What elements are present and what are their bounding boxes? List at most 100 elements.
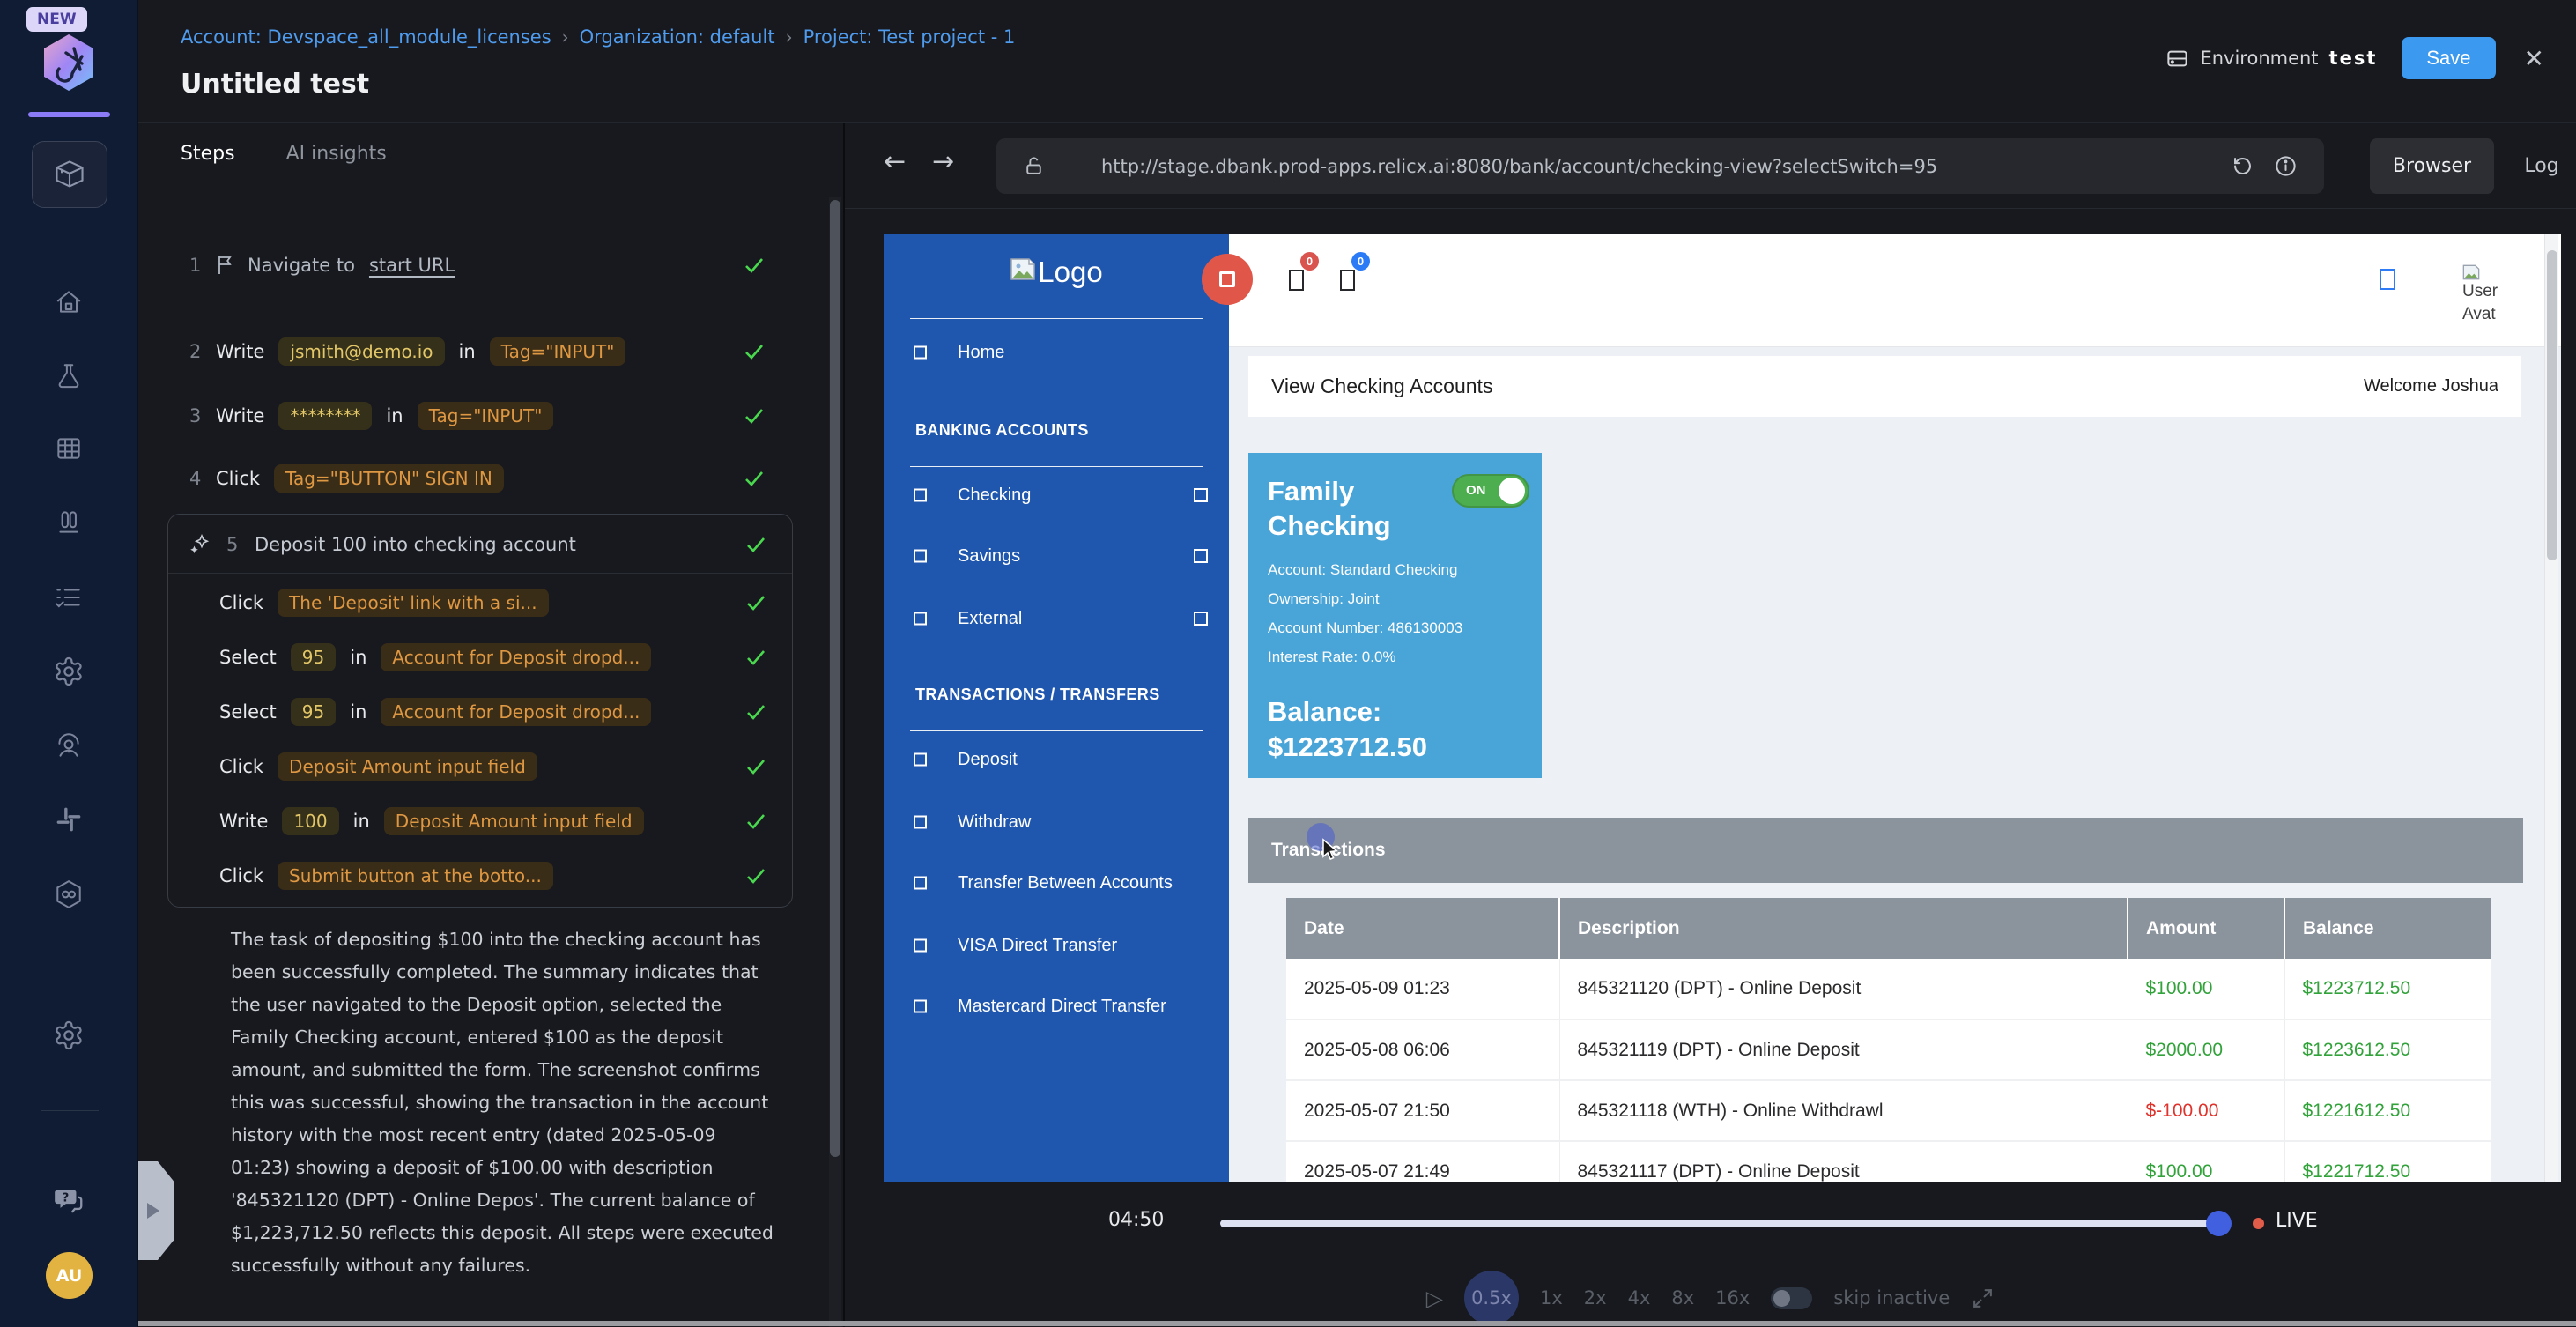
tab-ai-insights[interactable]: AI insights [286, 143, 387, 165]
step-target-chip[interactable]: Tag="INPUT" [418, 402, 554, 430]
panel-collapse-handle[interactable] [138, 1161, 174, 1260]
header-blue-icon[interactable] [2380, 269, 2395, 290]
speed-2x-button[interactable]: 2x [1584, 1287, 1607, 1308]
slack-icon[interactable] [53, 804, 85, 835]
family-checking-card[interactable]: Family Checking ON Account: Standard Che… [1248, 453, 1542, 778]
tab-log[interactable]: Log [2515, 138, 2568, 194]
grid-icon[interactable] [53, 434, 85, 463]
step-value-chip[interactable]: 100 [282, 807, 338, 835]
relicx-logo-icon[interactable] [41, 33, 96, 92]
table-row[interactable]: 2025-05-07 21:50 845321118 (WTH) - Onlin… [1286, 1080, 2491, 1141]
substep-row[interactable]: Select 95 in Account for Deposit dropd..… [219, 694, 792, 730]
breadcrumb-account[interactable]: Account: Devspace_all_module_licenses [181, 26, 551, 48]
column-header-amount[interactable]: Amount [2128, 898, 2284, 959]
horizontal-scrollbar[interactable] [138, 1321, 2576, 1326]
bank-nav-visa-direct-transfer[interactable]: VISA Direct Transfer [884, 926, 1229, 965]
bank-nav-withdraw[interactable]: Withdraw [884, 803, 1229, 841]
flask-icon[interactable] [53, 360, 85, 392]
user-avatar-broken[interactable]: User Avat [2462, 264, 2533, 326]
bank-nav-home[interactable]: Home [884, 333, 1229, 372]
bank-scrollbar-track[interactable] [2544, 234, 2558, 1182]
step-row-4[interactable]: 4 Click Tag="BUTTON" SIGN IN [189, 458, 843, 499]
bank-nav-mastercard-direct-transfer[interactable]: Mastercard Direct Transfer [884, 987, 1229, 1026]
step-value-chip[interactable]: 95 [291, 643, 336, 671]
help-chat-icon[interactable]: ? [52, 1185, 85, 1217]
step-target-chip[interactable]: Deposit Amount input field [384, 807, 644, 835]
home-icon[interactable] [53, 287, 85, 317]
back-arrow-icon[interactable]: ← [884, 146, 906, 177]
bank-nav-external[interactable]: External [884, 599, 1229, 638]
forward-arrow-icon[interactable]: → [932, 146, 954, 177]
step-target-chip[interactable]: Account for Deposit dropd... [381, 643, 651, 671]
table-row[interactable]: 2025-05-07 21:49 845321117 (DPT) - Onlin… [1286, 1141, 2491, 1182]
step-value-chip[interactable]: jsmith@demo.io [278, 337, 444, 366]
substep-row[interactable]: Click Submit button at the botto... [219, 858, 792, 893]
column-header-date[interactable]: Date [1286, 898, 1559, 959]
substep-row[interactable]: Write 100 in Deposit Amount input field [219, 804, 792, 839]
step-target-chip[interactable]: The 'Deposit' link with a si... [278, 589, 549, 617]
bank-nav-deposit[interactable]: Deposit [884, 740, 1229, 779]
step-row-2[interactable]: 2 Write jsmith@demo.io in Tag="INPUT" [189, 331, 843, 372]
speed-0.5x-button[interactable]: 0.5x [1464, 1271, 1519, 1325]
sidebar-item-tests-active[interactable] [32, 141, 107, 208]
steps-scrollbar-thumb[interactable] [830, 200, 840, 1157]
breadcrumb-organization[interactable]: Organization: default [580, 26, 775, 48]
bank-logo[interactable]: Logo [884, 256, 1229, 289]
bank-nav-savings[interactable]: Savings [884, 537, 1229, 575]
step-value-chip[interactable]: ******** [278, 402, 372, 430]
close-icon[interactable]: ✕ [2524, 44, 2544, 73]
gear-icon[interactable] [53, 656, 85, 687]
environment-selector[interactable]: Environment test [2165, 47, 2377, 70]
speed-1x-button[interactable]: 1x [1540, 1287, 1563, 1308]
speed-16x-button[interactable]: 16x [1715, 1287, 1750, 1308]
group-header[interactable]: 5 Deposit 100 into checking account [188, 525, 792, 564]
step-group-5[interactable]: 5 Deposit 100 into checking account Clic… [167, 514, 793, 908]
step-target-chip[interactable]: Tag="BUTTON" SIGN IN [274, 464, 504, 493]
step-target-chip[interactable]: Submit button at the botto... [278, 862, 553, 890]
table-row[interactable]: 2025-05-09 01:23 845321120 (DPT) - Onlin… [1286, 959, 2491, 1019]
tab-browser[interactable]: Browser [2370, 138, 2494, 194]
playback-progress-bar[interactable] [1220, 1220, 2218, 1227]
start-url-link[interactable]: start URL [369, 255, 455, 276]
step-row-3[interactable]: 3 Write ******** in Tag="INPUT" [189, 396, 843, 436]
substep-row[interactable]: Click Deposit Amount input field [219, 749, 792, 784]
step-target-chip[interactable]: Deposit Amount input field [278, 752, 537, 781]
support-agent-icon[interactable] [53, 730, 85, 761]
refresh-icon[interactable] [2231, 154, 2254, 178]
recording-stop-indicator[interactable] [1202, 254, 1253, 305]
url-bar[interactable]: http://stage.dbank.prod-apps.relicx.ai:8… [996, 138, 2324, 194]
save-button[interactable]: Save [2402, 37, 2495, 79]
transactions-header-bar[interactable]: Transactions [1248, 818, 2523, 883]
step-row-1[interactable]: 1 Navigate to start URL [189, 245, 843, 285]
columns-icon[interactable] [53, 507, 85, 538]
substep-row[interactable]: Select 95 in Account for Deposit dropd..… [219, 640, 792, 675]
table-row[interactable]: 2025-05-08 06:06 845321119 (DPT) - Onlin… [1286, 1019, 2491, 1080]
step-target-chip[interactable]: Account for Deposit dropd... [381, 698, 651, 726]
skip-inactive-toggle[interactable] [1771, 1287, 1812, 1309]
step-target-chip[interactable]: Tag="INPUT" [490, 337, 626, 366]
substep-row[interactable]: Click The 'Deposit' link with a si... [219, 585, 792, 620]
checklist-icon[interactable] [53, 582, 85, 612]
step-value-chip[interactable]: 95 [291, 698, 336, 726]
info-icon[interactable] [2274, 154, 2298, 178]
fullscreen-expand-icon[interactable] [1971, 1286, 1995, 1310]
tab-steps[interactable]: Steps [181, 143, 235, 165]
column-header-description[interactable]: Description [1559, 898, 2128, 959]
playback-thumb[interactable] [2206, 1211, 2232, 1236]
breadcrumb-project[interactable]: Project: Test project - 1 [803, 26, 1016, 48]
account-toggle[interactable]: ON [1452, 474, 1529, 508]
user-avatar[interactable]: AU [46, 1252, 93, 1299]
infinity-hexagon-icon[interactable] [53, 878, 85, 910]
settings-gear-icon[interactable] [53, 1019, 85, 1051]
url-text[interactable]: http://stage.dbank.prod-apps.relicx.ai:8… [1101, 156, 1937, 177]
notification-icon[interactable] [1289, 270, 1304, 291]
live-label[interactable]: LIVE [2276, 1210, 2318, 1232]
play-button[interactable]: ▷ [1426, 1286, 1443, 1311]
speed-8x-button[interactable]: 8x [1671, 1287, 1694, 1308]
column-header-balance[interactable]: Balance [2284, 898, 2491, 959]
speed-4x-button[interactable]: 4x [1628, 1287, 1651, 1308]
bank-nav-checking[interactable]: Checking [884, 476, 1229, 515]
message-icon[interactable] [1340, 270, 1355, 291]
bank-nav-transfer-between-accounts[interactable]: Transfer Between Accounts [884, 864, 1229, 902]
bank-scrollbar-thumb[interactable] [2547, 250, 2557, 560]
